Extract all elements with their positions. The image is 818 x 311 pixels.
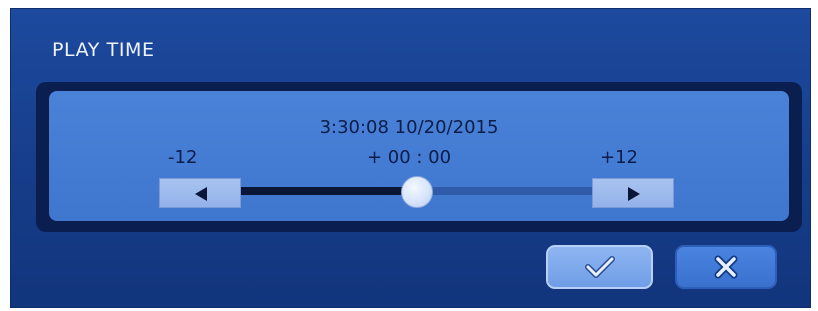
time-offset-label: + 00 : 00 — [366, 147, 452, 168]
left-arrow-icon — [195, 187, 207, 201]
decrease-offset-button[interactable] — [159, 178, 241, 208]
confirm-button[interactable] — [546, 245, 653, 289]
dialog-title: PLAY TIME — [52, 39, 155, 61]
slider-track-fill — [241, 187, 417, 195]
x-icon — [714, 255, 738, 279]
current-datetime: 3:30:08 10/20/2015 — [319, 117, 499, 138]
cancel-button[interactable] — [675, 245, 777, 289]
increase-offset-button[interactable] — [592, 178, 674, 208]
checkmark-icon — [584, 256, 615, 278]
right-arrow-icon — [628, 187, 640, 201]
time-offset-slider-thumb[interactable] — [401, 176, 433, 208]
slider-max-label: +12 — [600, 147, 638, 168]
